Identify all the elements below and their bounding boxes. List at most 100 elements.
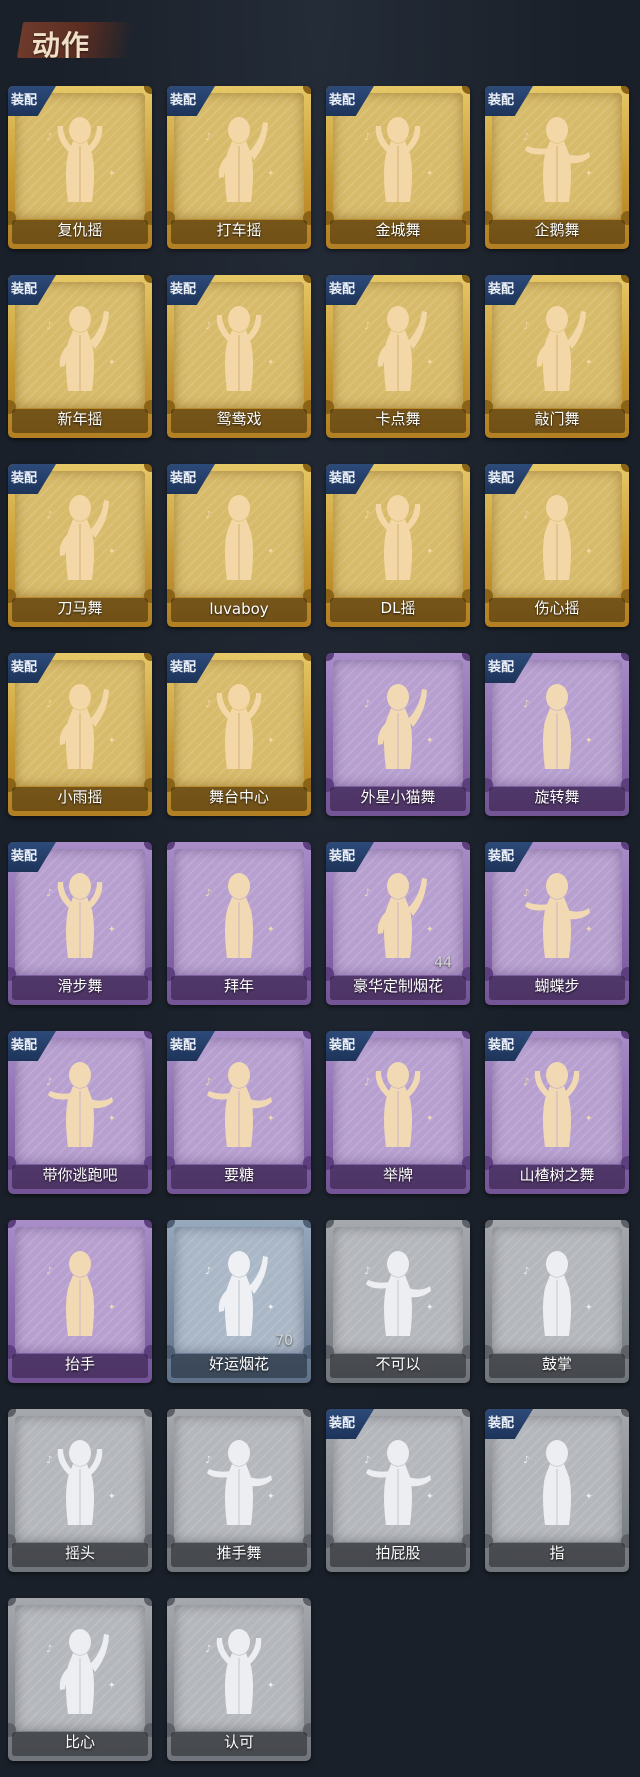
svg-text:♪: ♪ [523, 699, 529, 710]
finger-no-icon: ♪✦ [364, 1251, 434, 1336]
equipped-badge-label: 装配 [170, 471, 197, 486]
emote-card[interactable]: ♪ ✦ 新年摇 装配 [8, 275, 152, 438]
equipped-badge-label: 装配 [488, 1416, 515, 1431]
emote-card[interactable]: ♪ ✦ 要糖 装配 [167, 1031, 311, 1194]
emote-card[interactable]: ♪ ✦ 外星小猫舞 [326, 653, 470, 816]
fireworks-box-icon: ♪✦ [364, 873, 434, 958]
emote-card[interactable]: ♪ ✦ 认可 [167, 1598, 311, 1761]
dancer-wave-icon: ♪✦ [364, 117, 434, 202]
emote-name: 卡点舞 [375, 410, 421, 428]
emote-card[interactable]: ♪ ✦ 伤心摇 装配 [485, 464, 629, 627]
emote-card[interactable]: ♪ ✦ 山楂树之舞 装配 [485, 1031, 629, 1194]
equipped-badge-label: 装配 [11, 660, 38, 675]
item-count: 70 [275, 1333, 293, 1349]
svg-text:✦: ✦ [108, 1114, 116, 1124]
emote-card[interactable]: ♪ ✦ 卡点舞 装配 [326, 275, 470, 438]
shake-head-icon: ♪✦ [46, 1440, 116, 1525]
emote-card[interactable]: ♪ ✦ 比心 [8, 1598, 152, 1761]
equipped-badge-label: 装配 [11, 282, 38, 297]
emote-card[interactable]: ♪ ✦ DL摇 装配 [326, 464, 470, 627]
emote-card[interactable]: ♪ ✦ 企鹅舞 装配 [485, 86, 629, 249]
emote-card[interactable]: ♪ ✦ 抬手 [8, 1220, 152, 1383]
svg-text:♪: ♪ [205, 1455, 211, 1466]
equipped-badge-label: 装配 [170, 660, 197, 675]
svg-text:♪: ♪ [523, 1077, 529, 1088]
emote-card[interactable]: ♪ ✦ 鼓掌 [485, 1220, 629, 1383]
emote-card[interactable]: ♪ ✦ 复仇摇 装配 [8, 86, 152, 249]
emote-grid: ♪ ✦ 复仇摇 装配 ♪ ✦ 打车摇 装配 ♪ ✦ 金城舞 装配 ♪ ✦ 企鹅舞 装配 ♪ ✦ 新年摇 装配 ♪ ✦ 鸳鸯戏… [8, 86, 632, 1761]
svg-text:♪: ♪ [523, 510, 529, 521]
emote-card[interactable]: ♪ ✦ 拍屁股 装配 [326, 1409, 470, 1572]
emote-card[interactable]: ♪ ✦ 蝴蝶步 装配 [485, 842, 629, 1005]
section-title: 动作 [32, 29, 91, 62]
emote-name: 山楂树之舞 [519, 1166, 595, 1184]
emote-card[interactable]: ♪ ✦ 旋转舞 装配 [485, 653, 629, 816]
svg-text:✦: ✦ [267, 1681, 275, 1691]
emote-card[interactable]: ♪ ✦ 举牌 装配 [326, 1031, 470, 1194]
dancer-knock-icon: ♪✦ [523, 306, 593, 391]
svg-text:♪: ♪ [364, 699, 370, 710]
svg-text:✦: ✦ [585, 547, 593, 557]
svg-text:♪: ♪ [46, 132, 52, 143]
svg-text:♪: ♪ [523, 1455, 529, 1466]
svg-text:✦: ✦ [108, 547, 116, 557]
emote-card[interactable]: ♪ ✦ 舞台中心 装配 [167, 653, 311, 816]
svg-text:♪: ♪ [364, 132, 370, 143]
svg-text:♪: ♪ [205, 699, 211, 710]
equipped-badge-label: 装配 [11, 471, 38, 486]
svg-text:✦: ✦ [267, 925, 275, 935]
dancer-point-up-icon: ♪✦ [364, 306, 434, 391]
svg-text:✦: ✦ [426, 1492, 434, 1502]
equipped-badge-label: 装配 [329, 1416, 356, 1431]
emote-card[interactable]: ♪ ✦ luvaboy 装配 [167, 464, 311, 627]
equipped-badge-label: 装配 [329, 471, 356, 486]
emote-card[interactable]: ♪ ✦ 鸳鸯戏 装配 [167, 275, 311, 438]
bow-greeting-icon: ♪✦ [205, 873, 275, 958]
emote-card[interactable]: ♪ ✦ 44 豪华定制烟花 装配 [326, 842, 470, 1005]
equipped-badge-label: 装配 [170, 1038, 197, 1053]
svg-text:✦: ✦ [267, 547, 275, 557]
svg-text:♪: ♪ [46, 699, 52, 710]
emote-card[interactable]: ♪ ✦ 滑步舞 装配 [8, 842, 152, 1005]
emote-card[interactable]: ♪ ✦ 打车摇 装配 [167, 86, 311, 249]
svg-text:♪: ♪ [364, 1266, 370, 1277]
firework-tube-icon: ♪✦ [205, 1251, 275, 1336]
emote-card[interactable]: ♪ ✦ 敲门舞 装配 [485, 275, 629, 438]
equipped-badge-label: 装配 [11, 1038, 38, 1053]
emote-card[interactable]: ♪ ✦ 不可以 [326, 1220, 470, 1383]
svg-text:♪: ♪ [364, 321, 370, 332]
svg-text:♪: ♪ [46, 1455, 52, 1466]
emote-card[interactable]: ♪ ✦ 拜年 [167, 842, 311, 1005]
svg-text:♪: ♪ [523, 888, 529, 899]
emote-card[interactable]: ♪ ✦ 刀马舞 装配 [8, 464, 152, 627]
emote-card[interactable]: ♪ ✦ 金城舞 装配 [326, 86, 470, 249]
dancer-arms-up-icon: ♪✦ [364, 495, 434, 580]
emote-name: 鼓掌 [541, 1355, 572, 1373]
emote-card[interactable]: ♪ ✦ 指装配 [485, 1409, 629, 1572]
svg-text:✦: ✦ [426, 547, 434, 557]
svg-text:✦: ✦ [585, 736, 593, 746]
emote-card[interactable]: ♪ ✦ 摇头 [8, 1409, 152, 1572]
svg-text:✦: ✦ [267, 169, 275, 179]
equipped-badge-label: 装配 [329, 282, 356, 297]
pat-butt-icon: ♪✦ [364, 1440, 434, 1525]
emote-name: 打车摇 [216, 221, 262, 239]
emote-card[interactable]: ♪ ✦ 小雨摇 装配 [8, 653, 152, 816]
dancer-cross-arms-icon: ♪✦ [46, 306, 116, 391]
emote-card[interactable]: ♪ ✦ 推手舞 [167, 1409, 311, 1572]
svg-text:♪: ♪ [46, 1644, 52, 1655]
emote-name: 滑步舞 [57, 977, 103, 995]
svg-text:✦: ✦ [426, 736, 434, 746]
svg-text:✦: ✦ [426, 169, 434, 179]
section-header: 动作 [14, 10, 144, 68]
dancer-hug-icon: ♪✦ [205, 495, 275, 580]
emote-card[interactable]: ♪ ✦ 70 好运烟花 [167, 1220, 311, 1383]
svg-text:✦: ✦ [108, 358, 116, 368]
emote-card[interactable]: ♪ ✦ 带你逃跑吧 装配 [8, 1031, 152, 1194]
emote-name: 拜年 [223, 977, 254, 995]
svg-text:✦: ✦ [267, 1303, 275, 1313]
svg-text:✦: ✦ [108, 1303, 116, 1313]
clap-icon: ♪✦ [523, 1251, 593, 1336]
emote-name: 推手舞 [216, 1544, 262, 1562]
dancer-slide-icon: ♪✦ [46, 873, 116, 958]
